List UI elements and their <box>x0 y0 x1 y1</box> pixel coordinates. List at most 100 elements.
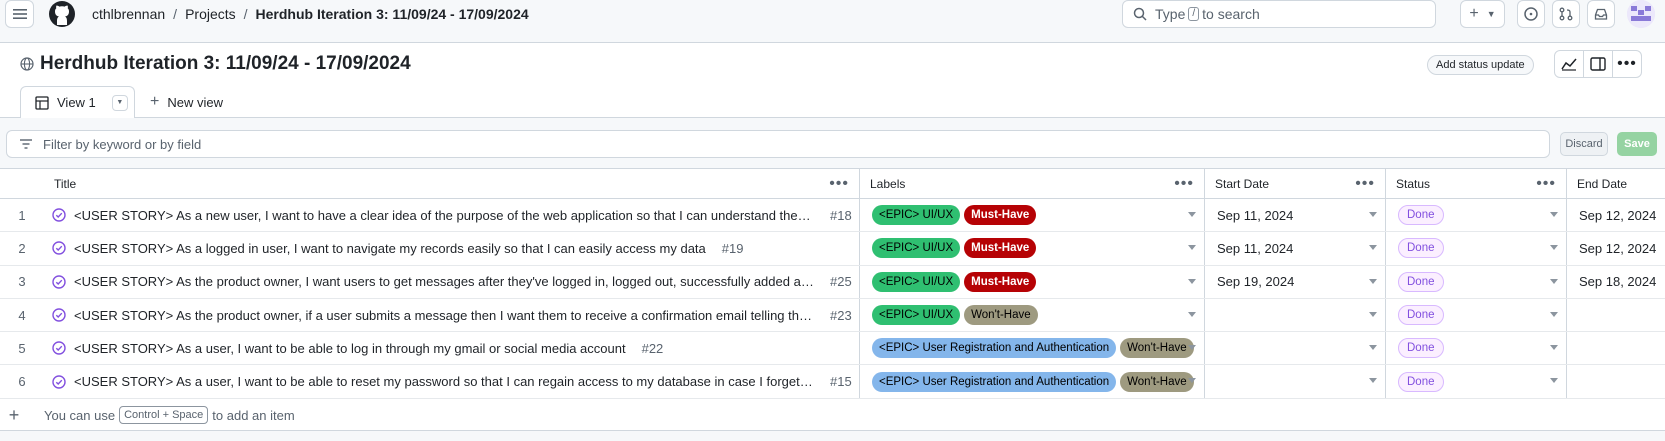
tab-view-1[interactable]: View 1 ▼ <box>20 86 135 119</box>
label-chip[interactable]: <EPIC> User Registration and Authenticat… <box>872 371 1117 392</box>
column-menu-icon[interactable]: ••• <box>1536 175 1556 193</box>
column-header-status[interactable]: Status ••• <box>1386 169 1567 199</box>
chevron-down-icon[interactable] <box>1369 278 1377 284</box>
title-cell[interactable]: <USER STORY> As a user, I want to be abl… <box>44 365 860 398</box>
end-date-cell[interactable] <box>1567 332 1665 364</box>
breadcrumb-owner[interactable]: cthlbrennan <box>92 6 165 22</box>
breadcrumb-current[interactable]: Herdhub Iteration 3: 11/09/24 - 17/09/20… <box>256 6 529 22</box>
chevron-down-icon[interactable] <box>1550 245 1558 251</box>
search-input[interactable]: Type / to search <box>1122 0 1436 28</box>
table-row[interactable]: 2 <USER STORY> As a logged in user, I wa… <box>0 232 1665 266</box>
chevron-down-icon[interactable] <box>1188 311 1196 317</box>
chevron-down-icon[interactable] <box>1188 278 1196 284</box>
issue-title-link[interactable]: <USER STORY> As a logged in user, I want… <box>74 241 706 256</box>
status-cell[interactable]: Done <box>1386 232 1567 265</box>
label-chip[interactable]: Must-Have <box>964 238 1037 259</box>
chevron-down-icon[interactable] <box>1550 212 1558 217</box>
column-header-end-date[interactable]: End Date <box>1567 169 1665 199</box>
issue-number[interactable]: #19 <box>722 241 744 256</box>
end-date-cell[interactable]: Sep 18, 2024 <box>1567 266 1665 298</box>
table-row[interactable]: 5 <USER STORY> As a user, I want to be a… <box>0 332 1665 366</box>
chevron-down-icon[interactable] <box>1550 345 1558 351</box>
title-cell[interactable]: <USER STORY> As the product owner, I wan… <box>44 265 860 298</box>
label-chip[interactable]: Won't-Have <box>964 305 1038 326</box>
issue-title-link[interactable]: <USER STORY> As a user, I want to be abl… <box>74 341 626 356</box>
start-date-cell[interactable]: Sep 19, 2024 <box>1205 265 1386 298</box>
chevron-down-icon[interactable] <box>1550 378 1558 384</box>
add-item-row[interactable]: + You can use Control + Space to add an … <box>0 399 1665 431</box>
chevron-down-icon[interactable] <box>1188 245 1196 251</box>
issue-number[interactable]: #25 <box>830 274 852 289</box>
github-logo-icon[interactable] <box>48 0 76 28</box>
issue-number[interactable]: #22 <box>642 341 664 356</box>
side-panel-button[interactable] <box>1583 50 1613 78</box>
chevron-down-icon[interactable] <box>1369 311 1377 317</box>
save-button[interactable]: Save <box>1617 132 1657 156</box>
table-row[interactable]: 3 <USER STORY> As the product owner, I w… <box>0 265 1665 299</box>
breadcrumb-projects[interactable]: Projects <box>185 6 236 22</box>
table-row[interactable]: 4 <USER STORY> As the product owner, if … <box>0 298 1665 333</box>
end-date-cell[interactable]: Sep 12, 2024 <box>1567 199 1665 231</box>
labels-cell[interactable]: <EPIC> User Registration and Authenticat… <box>860 332 1205 365</box>
chevron-down-icon[interactable] <box>1369 212 1377 217</box>
chevron-down-icon[interactable] <box>1369 245 1377 251</box>
create-new-button[interactable]: + ▼ <box>1460 0 1505 28</box>
label-chip[interactable]: Won't-Have <box>1120 371 1194 392</box>
end-date-cell[interactable] <box>1567 365 1665 397</box>
labels-cell[interactable]: <EPIC> UI/UX Won't-Have <box>860 298 1205 332</box>
labels-cell[interactable]: <EPIC> UI/UX Must-Have <box>860 265 1205 298</box>
pull-requests-button[interactable] <box>1552 0 1580 28</box>
start-date-cell[interactable] <box>1205 365 1386 398</box>
table-row[interactable]: 6 <USER STORY> As a user, I want to be a… <box>0 365 1665 399</box>
inbox-button[interactable] <box>1587 0 1615 28</box>
new-view-button[interactable]: + New view <box>150 93 223 111</box>
start-date-cell[interactable] <box>1205 298 1386 332</box>
filter-input[interactable]: Filter by keyword or by field <box>6 130 1550 158</box>
issue-title-link[interactable]: <USER STORY> As a new user, I want to ha… <box>74 208 814 223</box>
issues-button[interactable] <box>1517 0 1545 28</box>
title-cell[interactable]: <USER STORY> As the product owner, if a … <box>44 298 860 332</box>
insights-button[interactable] <box>1554 50 1584 78</box>
chevron-down-icon[interactable] <box>1369 378 1377 384</box>
label-chip[interactable]: <EPIC> UI/UX <box>872 305 961 326</box>
label-chip[interactable]: <EPIC> UI/UX <box>872 271 961 292</box>
label-chip[interactable]: <EPIC> User Registration and Authenticat… <box>872 338 1117 359</box>
label-chip[interactable]: <EPIC> UI/UX <box>872 238 961 259</box>
title-cell[interactable]: <USER STORY> As a new user, I want to ha… <box>44 199 860 232</box>
issue-number[interactable]: #23 <box>830 308 852 323</box>
more-options-button[interactable]: ••• <box>1612 50 1642 78</box>
issue-title-link[interactable]: <USER STORY> As a user, I want to be abl… <box>74 374 814 389</box>
status-cell[interactable]: Done <box>1386 199 1567 232</box>
start-date-cell[interactable] <box>1205 332 1386 365</box>
plus-icon[interactable]: + <box>0 405 28 426</box>
end-date-cell[interactable]: Sep 12, 2024 <box>1567 232 1665 264</box>
issue-title-link[interactable]: <USER STORY> As the product owner, I wan… <box>74 274 814 289</box>
add-status-update-button[interactable]: Add status update <box>1427 55 1534 75</box>
start-date-cell[interactable]: Sep 11, 2024 <box>1205 199 1386 232</box>
column-header-labels[interactable]: Labels ••• <box>860 169 1205 199</box>
issue-number[interactable]: #15 <box>830 374 852 389</box>
chevron-down-icon[interactable] <box>1369 345 1377 351</box>
label-chip[interactable]: Must-Have <box>964 205 1037 226</box>
chevron-down-icon[interactable] <box>1188 378 1196 384</box>
status-cell[interactable]: Done <box>1386 298 1567 332</box>
chevron-down-icon[interactable] <box>1550 311 1558 317</box>
status-cell[interactable]: Done <box>1386 332 1567 365</box>
view-options-button[interactable]: ▼ <box>111 94 128 111</box>
labels-cell[interactable]: <EPIC> UI/UX Must-Have <box>860 232 1205 265</box>
title-cell[interactable]: <USER STORY> As a user, I want to be abl… <box>44 332 860 365</box>
avatar[interactable] <box>1627 0 1655 28</box>
column-menu-icon[interactable]: ••• <box>829 175 849 193</box>
column-menu-icon[interactable]: ••• <box>1355 175 1375 193</box>
issue-title-link[interactable]: <USER STORY> As the product owner, if a … <box>74 308 814 323</box>
column-menu-icon[interactable]: ••• <box>1174 175 1194 193</box>
label-chip[interactable]: <EPIC> UI/UX <box>872 205 961 226</box>
label-chip[interactable]: Must-Have <box>964 271 1037 292</box>
title-cell[interactable]: <USER STORY> As a logged in user, I want… <box>44 232 860 265</box>
menu-button[interactable] <box>5 0 34 28</box>
discard-button[interactable]: Discard <box>1560 132 1608 156</box>
status-cell[interactable]: Done <box>1386 365 1567 398</box>
start-date-cell[interactable]: Sep 11, 2024 <box>1205 232 1386 265</box>
column-header-title[interactable]: Title ••• <box>44 169 860 199</box>
labels-cell[interactable]: <EPIC> User Registration and Authenticat… <box>860 365 1205 398</box>
